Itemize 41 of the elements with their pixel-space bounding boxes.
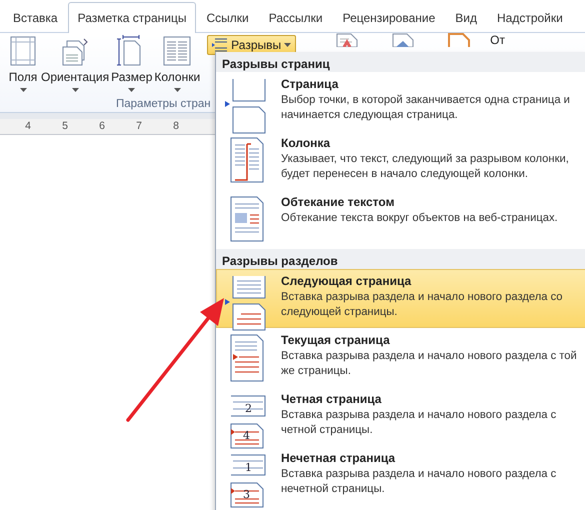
page-border-icon [448, 33, 470, 47]
ribbon-button[interactable]: Размер [110, 35, 154, 92]
ribbon-label: От [490, 34, 505, 48]
columns-icon [161, 35, 194, 67]
ruler-number: 7 [135, 119, 143, 134]
ruler-number: 5 [61, 119, 69, 134]
numbered-page-icon: 4 [230, 424, 264, 448]
section-header: Разрывы разделов [216, 249, 585, 269]
ruler-number: 4 [24, 119, 32, 134]
menu-item[interactable]: Следующая страница Вставка разрыва раздела и начало нового раздела со следующей страницы. [216, 269, 585, 328]
menu-item[interactable]: Текущая страница Вставка разрыва раздела и начало нового раздела с той же страницы. [216, 328, 585, 387]
menu-item[interactable]: Обтекание текстом Обтекание текста вокруг объектов на веб-страницах. [216, 190, 585, 249]
ruler-number: 6 [98, 119, 106, 134]
ribbon-tab[interactable]: Ссылки [196, 2, 259, 32]
page-break-icon [223, 77, 267, 135]
caret-icon [174, 88, 181, 92]
section-header: Разрывы страниц [216, 52, 585, 72]
group-label: Параметры стран [116, 98, 211, 111]
menu-item[interactable]: Страница Выбор точки, в которой заканчивается одна страница и начинается следующая страница. [216, 72, 585, 131]
caret-icon [128, 88, 136, 92]
ribbon-tab[interactable]: Вид [445, 2, 487, 32]
ribbon-button[interactable]: Колонки [153, 35, 202, 92]
ribbon-tab[interactable]: Вставка [3, 2, 68, 32]
menu-item[interactable]: Колонка Указывает, что текст, следующий за разрывом колонки, будет перенесен в начало следующей колонки. [216, 131, 585, 190]
paint-bucket-icon [392, 33, 414, 47]
caret-icon [284, 43, 292, 47]
menu-item[interactable]: 2 4 Четная страница Вставка разрыва раздела и начало нового раздела с четной страницы. [216, 387, 585, 446]
breaks-icon [212, 38, 228, 52]
watermark-icon [336, 33, 358, 47]
ribbon-button[interactable]: Ориентация [40, 35, 110, 92]
menu-item[interactable]: 1 3 Нечетная страница Вставка разрыва раздела и начало нового раздела с нечетной страницы. [216, 446, 585, 505]
ribbon-tab[interactable]: Рецензирование [332, 2, 446, 32]
ribbon-tab[interactable]: Разметка страницы [68, 2, 196, 33]
numbered-page-icon: 3 [230, 482, 264, 508]
ribbon-tab[interactable]: Рассылки [258, 2, 333, 32]
ribbon-button[interactable]: Поля [6, 35, 40, 92]
caret-icon [72, 88, 79, 92]
caret-icon [20, 88, 26, 92]
ribbon-tab[interactable]: Надстройки [486, 2, 573, 32]
next-page-icon [223, 274, 267, 332]
ruler-number: 8 [172, 119, 180, 134]
